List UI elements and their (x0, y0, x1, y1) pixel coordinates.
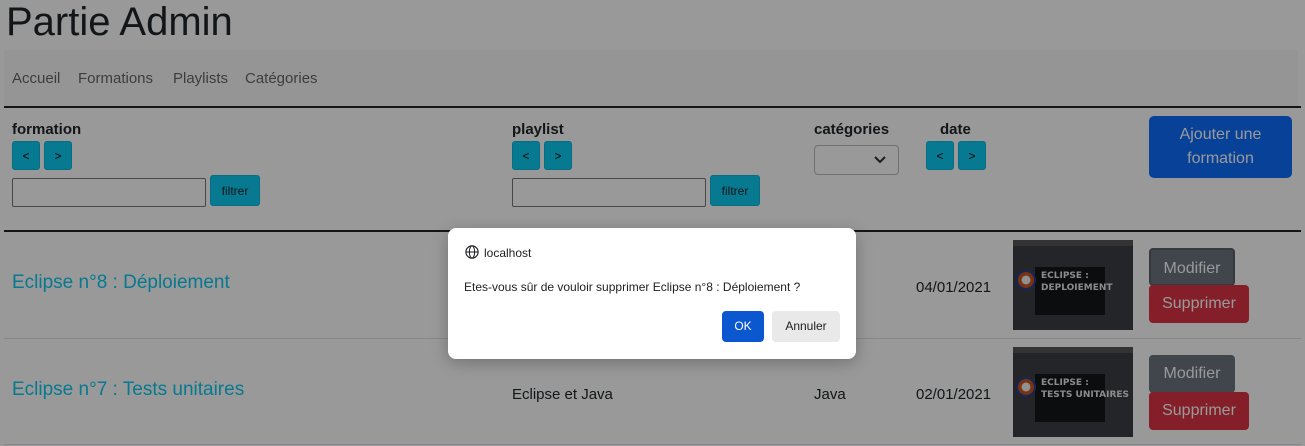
globe-icon (465, 245, 479, 259)
modal-backdrop (0, 0, 1305, 446)
dialog-message: Etes-vous sûr de vouloir supprimer Eclip… (464, 280, 801, 294)
ok-button[interactable]: OK (722, 311, 764, 342)
cancel-button[interactable]: Annuler (772, 311, 840, 342)
confirm-dialog: localhost Etes-vous sûr de vouloir suppr… (448, 228, 856, 359)
dialog-host: localhost (484, 246, 532, 260)
